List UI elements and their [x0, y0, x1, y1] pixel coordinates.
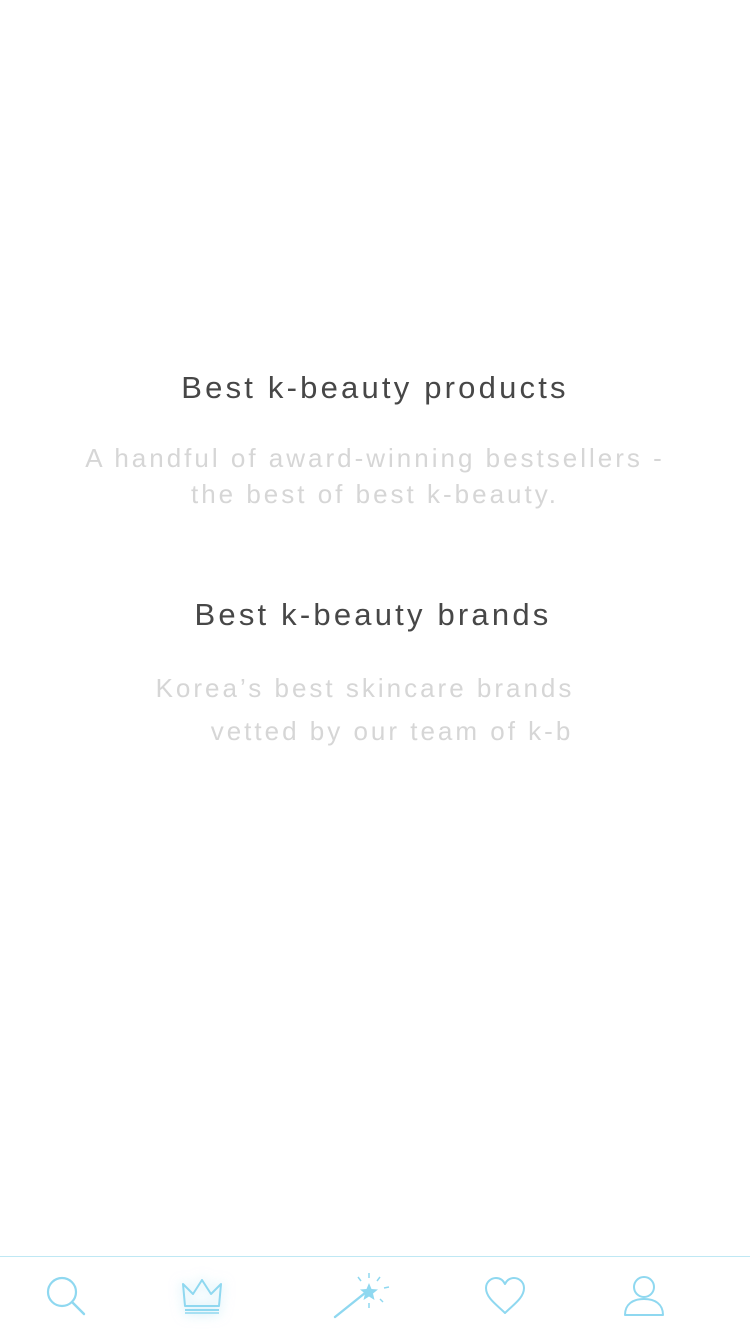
tab-favorites[interactable]	[470, 1257, 540, 1334]
section-title-brands[interactable]: Best k-beauty brands	[0, 595, 748, 635]
section-subtitle-brands-line-2: vetted by our team of k-b	[210, 716, 574, 746]
crown-icon	[182, 1278, 222, 1314]
tab-magic[interactable]	[326, 1257, 396, 1334]
section-subtitle-products-line-2: the best of best k-beauty.	[190, 479, 560, 509]
main-content: Best k-beauty products A handful of awar…	[0, 0, 750, 1256]
search-icon	[46, 1276, 86, 1315]
tab-profile[interactable]	[609, 1257, 679, 1334]
section-title-products[interactable]: Best k-beauty products	[0, 368, 750, 408]
tab-search[interactable]	[31, 1257, 101, 1334]
magic-wand-icon	[333, 1272, 390, 1318]
section-subtitle-products-line-1: A handful of award-winning bestsellers -	[85, 443, 665, 473]
heart-icon	[485, 1276, 525, 1314]
section-subtitle-brands-line-1: Korea’s best skincare brands	[155, 673, 575, 703]
bottom-tab-bar	[0, 1256, 750, 1334]
tab-crown[interactable]	[167, 1257, 237, 1334]
user-icon	[624, 1275, 664, 1316]
